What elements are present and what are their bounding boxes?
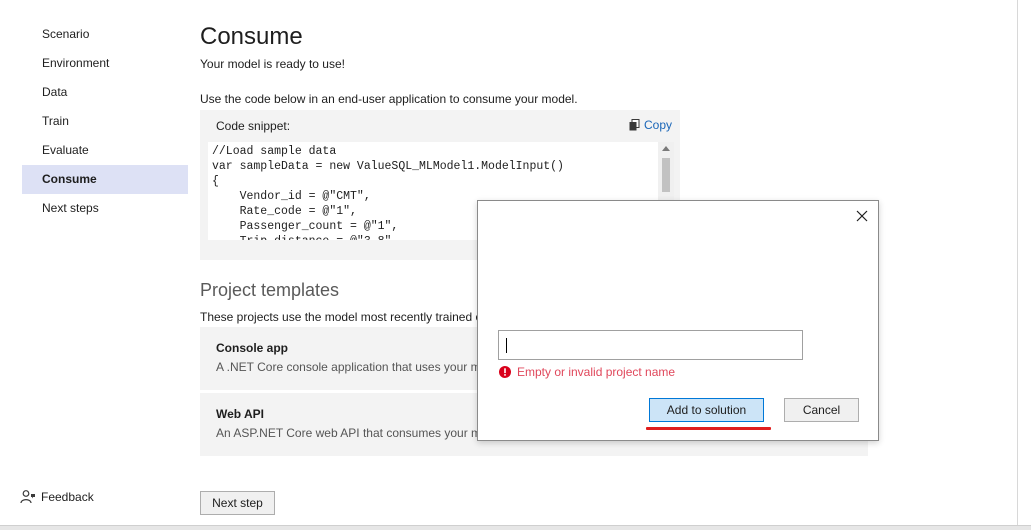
- copy-label: Copy: [643, 118, 672, 132]
- sidebar-item-data[interactable]: Data: [22, 78, 188, 107]
- template-description: An ASP.NET Core web API that consumes yo…: [216, 426, 488, 440]
- code-snippet-label: Code snippet:: [216, 119, 291, 133]
- scroll-up-arrow-icon[interactable]: [662, 146, 670, 151]
- error-circle-icon: [499, 366, 511, 378]
- page-description: Use the code below in an end-user applic…: [200, 92, 578, 106]
- template-description: A .NET Core console application that use…: [216, 360, 488, 374]
- highlight-underline: [646, 427, 771, 430]
- sidebar-nav: Scenario Environment Data Train Evaluate…: [22, 20, 188, 223]
- validation-error: Empty or invalid project name: [499, 365, 675, 379]
- project-name-input[interactable]: [498, 330, 803, 360]
- cancel-button[interactable]: Cancel: [784, 398, 859, 422]
- add-to-solution-button[interactable]: Add to solution: [649, 398, 764, 422]
- feedback-link[interactable]: Feedback: [20, 490, 94, 504]
- template-title: Web API: [216, 407, 265, 421]
- sidebar-item-consume[interactable]: Consume: [22, 165, 188, 194]
- close-icon: [856, 210, 868, 222]
- page-subtitle: Your model is ready to use!: [200, 57, 345, 71]
- copy-icon: [629, 119, 640, 131]
- next-step-button[interactable]: Next step: [200, 491, 275, 515]
- sidebar-item-environment[interactable]: Environment: [22, 49, 188, 78]
- template-title: Console app: [216, 341, 289, 355]
- sidebar-item-scenario[interactable]: Scenario: [22, 20, 188, 49]
- copy-button[interactable]: Copy: [629, 118, 672, 132]
- scroll-thumb[interactable]: [662, 158, 670, 192]
- window-bottom-border: [0, 525, 1031, 530]
- sidebar-item-train[interactable]: Train: [22, 107, 188, 136]
- close-button[interactable]: [854, 208, 870, 224]
- sidebar-item-evaluate[interactable]: Evaluate: [22, 136, 188, 165]
- sidebar-item-next-steps[interactable]: Next steps: [22, 194, 188, 223]
- add-project-dialog: Empty or invalid project name Add to sol…: [477, 200, 879, 441]
- feedback-label: Feedback: [41, 490, 94, 504]
- project-templates-description: These projects use the model most recent…: [200, 310, 483, 324]
- project-templates-title: Project templates: [200, 280, 340, 300]
- window-right-border: [1017, 0, 1018, 529]
- feedback-person-icon: [20, 490, 35, 504]
- page-title: Consume: [200, 23, 303, 50]
- error-message: Empty or invalid project name: [517, 365, 676, 379]
- text-caret: [506, 338, 507, 353]
